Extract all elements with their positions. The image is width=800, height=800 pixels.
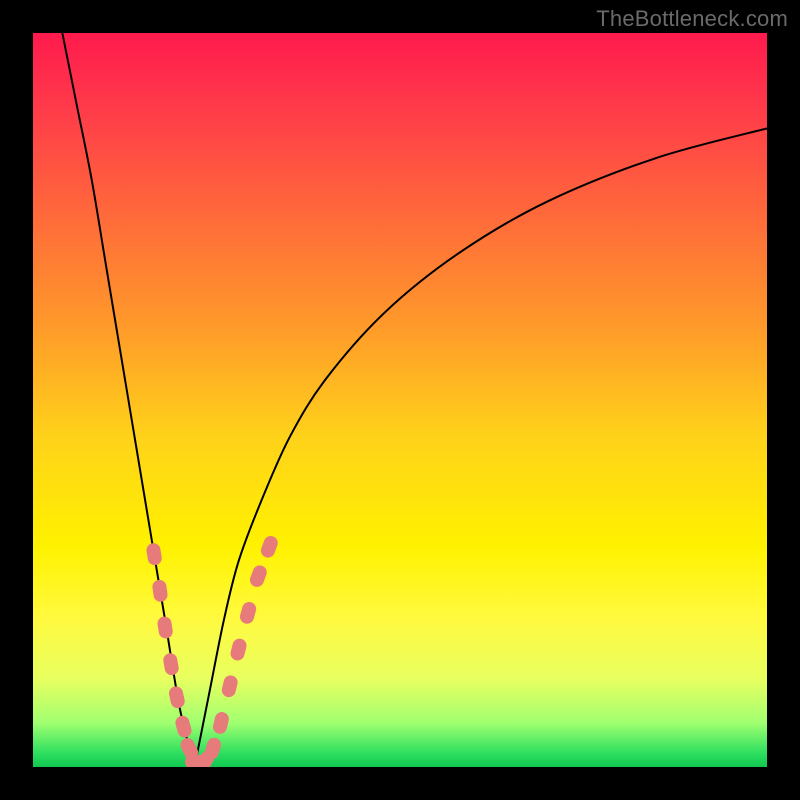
data-marker [259,534,280,560]
data-marker [152,579,169,603]
data-marker [168,685,186,710]
watermark-text: TheBottleneck.com [596,6,788,32]
data-marker [162,652,180,676]
data-marker [145,542,162,566]
outer-frame: TheBottleneck.com [0,0,800,800]
marker-group [145,534,279,767]
curve-layer [33,33,767,767]
data-marker [248,563,269,589]
data-marker [212,711,231,736]
data-marker [174,714,193,739]
data-marker [229,637,248,662]
curve-right-branch [194,128,767,767]
data-marker [156,616,173,640]
data-marker [238,600,257,625]
plot-area [33,33,767,767]
data-marker [220,674,239,699]
